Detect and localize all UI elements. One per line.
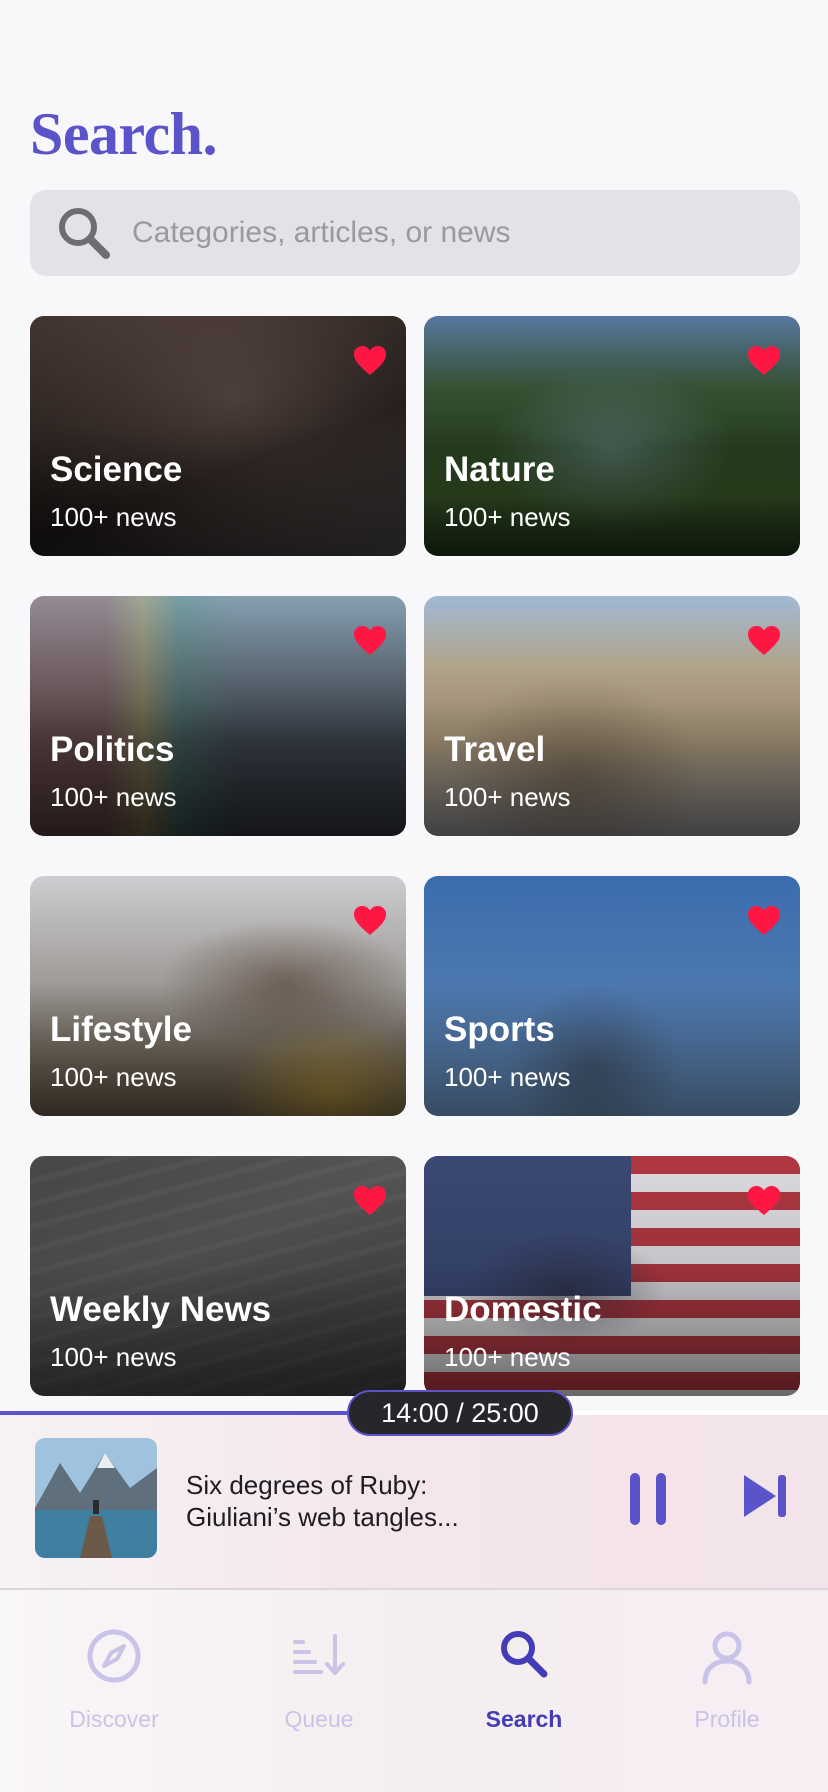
tab-profile[interactable]: Profile xyxy=(637,1626,817,1733)
skip-next-icon[interactable] xyxy=(742,1473,788,1519)
compass-icon xyxy=(87,1629,141,1683)
episode-title[interactable]: Six degrees of Ruby: Giuliani’s web tang… xyxy=(186,1469,516,1533)
category-card-nature[interactable]: Nature 100+ news xyxy=(424,316,800,556)
category-name: Domestic xyxy=(444,1290,602,1329)
category-card-science[interactable]: Science 100+ news xyxy=(30,316,406,556)
category-card-domestic[interactable]: Domestic 100+ news xyxy=(424,1156,800,1396)
category-count: 100+ news xyxy=(50,1342,177,1372)
search-input[interactable]: Categories, articles, or news xyxy=(132,216,511,250)
category-card-travel[interactable]: Travel 100+ news xyxy=(424,596,800,836)
search-bar[interactable]: Categories, articles, or news xyxy=(30,190,800,276)
episode-thumbnail[interactable] xyxy=(35,1438,157,1558)
category-count: 100+ news xyxy=(444,502,571,532)
tab-label: Profile xyxy=(694,1706,760,1732)
category-name: Science xyxy=(50,450,183,489)
heart-icon[interactable] xyxy=(748,346,780,376)
heart-icon[interactable] xyxy=(354,346,386,376)
tab-bar: Discover Queue Search Profile xyxy=(0,1590,828,1792)
tab-label: Search xyxy=(485,1706,563,1732)
category-card-politics[interactable]: Politics 100+ news xyxy=(30,596,406,836)
category-count: 100+ news xyxy=(50,1062,177,1092)
tab-label: Discover xyxy=(69,1706,159,1732)
category-name: Sports xyxy=(444,1010,555,1049)
heart-icon[interactable] xyxy=(748,626,780,656)
heart-icon[interactable] xyxy=(354,906,386,936)
search-icon xyxy=(59,208,110,259)
category-name: Weekly News xyxy=(50,1290,272,1329)
tab-discover[interactable]: Discover xyxy=(24,1626,204,1733)
mini-player[interactable]: Six degrees of Ruby: Giuliani’s web tang… xyxy=(0,1415,828,1590)
heart-icon[interactable] xyxy=(748,1186,780,1216)
category-count: 100+ news xyxy=(444,1342,571,1372)
page-title: Search. xyxy=(30,101,218,167)
category-name: Nature xyxy=(444,450,555,489)
profile-icon xyxy=(702,1631,752,1685)
category-card-sports[interactable]: Sports 100+ news xyxy=(424,876,800,1116)
category-name: Travel xyxy=(444,730,546,769)
search-icon xyxy=(501,1631,548,1678)
heart-icon[interactable] xyxy=(354,626,386,656)
category-card-lifestyle[interactable]: Lifestyle 100+ news xyxy=(30,876,406,1116)
category-count: 100+ news xyxy=(444,782,571,812)
category-count: 100+ news xyxy=(444,1062,571,1092)
playback-time: 14:00 / 25:00 xyxy=(347,1390,573,1436)
tab-queue[interactable]: Queue xyxy=(229,1626,409,1733)
pause-icon[interactable] xyxy=(628,1473,668,1525)
category-card-weekly-news[interactable]: Weekly News 100+ news xyxy=(30,1156,406,1396)
heart-icon[interactable] xyxy=(354,1186,386,1216)
category-name: Lifestyle xyxy=(50,1010,192,1049)
category-name: Politics xyxy=(50,730,175,769)
category-count: 100+ news xyxy=(50,502,177,532)
tab-label: Queue xyxy=(284,1706,354,1732)
queue-icon xyxy=(293,1634,345,1675)
heart-icon[interactable] xyxy=(748,906,780,936)
tab-search[interactable]: Search xyxy=(434,1626,614,1733)
category-count: 100+ news xyxy=(50,782,177,812)
